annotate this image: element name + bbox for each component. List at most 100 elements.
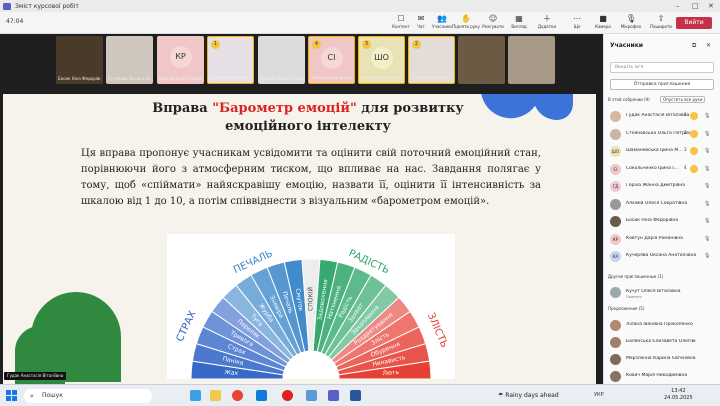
window-title: Зміст курсової робіт	[15, 2, 79, 10]
panel-close-icon[interactable]: ✕	[706, 42, 711, 49]
edge-icon[interactable]	[256, 390, 267, 401]
leave-button[interactable]: Вийти	[676, 17, 712, 29]
participant-row[interactable]: КР Ковтун Дарія Романівна 🎙	[610, 233, 718, 247]
meeting-toolbar: 47:04 ☐ Контент ✉ Чат 👥 Учасники ✋ Підняти руку…	[0, 12, 720, 34]
section-others[interactable]: Другие приглашенные (1)	[608, 274, 663, 279]
participant-row[interactable]: Босик Ніна Федорівна 🎙	[610, 215, 718, 229]
participant-row[interactable]: Стояновська Ольга Петрівна 2 🎙	[610, 128, 718, 142]
avatar: ШО	[370, 47, 393, 69]
toolbar-button-Мікрофон[interactable]: 🎙 Мікрофон	[618, 14, 644, 32]
teams-taskbar-icon[interactable]	[328, 390, 339, 401]
microphone-muted-icon[interactable]: 🎙	[704, 113, 710, 119]
microphone-muted-icon[interactable]: 🎙	[704, 201, 710, 207]
hand-order: 3	[684, 147, 687, 152]
section-in-meeting[interactable]: В этой собрании (9) Опустить все руки	[608, 96, 706, 103]
wheel-sector-label: СПОКІЙ	[308, 287, 315, 311]
close-icon[interactable]: ✕	[708, 0, 714, 12]
participant-row[interactable]: ШО Шаманевська Ірина М... 3 🎙	[610, 145, 718, 159]
video-tile[interactable]	[508, 36, 555, 84]
microphone-muted-icon[interactable]: 🎙	[704, 183, 710, 189]
participant-row[interactable]: Лілана Іванівна Прокопенко	[610, 319, 718, 333]
tray-language[interactable]: УКР	[594, 392, 604, 398]
raise-hand-icon: 3	[362, 40, 371, 49]
participant-name: Лілана Іванівна Прокопенко	[626, 322, 693, 327]
video-tile[interactable]: 2 Стояновська Ольга Петрівна	[408, 36, 455, 84]
microphone-muted-icon[interactable]: 🎙	[704, 166, 710, 172]
participant-search-input[interactable]: Введіть ім'я	[610, 62, 714, 73]
toolbar-button-Вигляд[interactable]: ▦ Вигляд	[506, 14, 532, 32]
raise-hand-icon	[690, 112, 698, 120]
store-icon[interactable]	[306, 390, 317, 401]
toolbar-button-Камера[interactable]: ■ Камера	[590, 14, 616, 32]
tile-name: Кучерява Оксана Анатоліївна	[108, 76, 151, 81]
microphone-muted-icon[interactable]: 🎙	[704, 131, 710, 137]
avatar: СІ	[320, 47, 343, 69]
video-tile[interactable]: Босик Ніна Федорівна	[56, 36, 103, 84]
slide-body: Ця вправа пропонує учасникам усвідомити …	[81, 148, 541, 207]
participant-name: Горіха Жанна Дмитрівна	[626, 183, 686, 188]
decor-blob	[533, 94, 573, 120]
folder-icon[interactable]	[210, 390, 221, 401]
video-tile[interactable]: Алхімій Олеся Сократівна	[258, 36, 305, 84]
toolbar-button-Ще[interactable]: ⋯ Ще	[564, 14, 590, 32]
taskbar-clock[interactable]: 13:42 24.05.2025	[664, 388, 693, 402]
participant-name: Кучерява Оксана Анатоліївна	[626, 253, 696, 258]
video-tile[interactable]: 1 Гудак Анастасія Віталіївна	[207, 36, 254, 84]
word-icon[interactable]	[350, 390, 361, 401]
windows-start-icon[interactable]	[6, 390, 17, 401]
microphone-muted-icon[interactable]: 🎙	[704, 148, 710, 154]
maximize-icon[interactable]: □	[692, 0, 699, 12]
tile-name: Шаманевська Ірина Миколаївна	[361, 75, 402, 80]
participant-row[interactable]: Ковач Марія Никодимівна	[610, 370, 718, 384]
raise-hand-icon	[690, 164, 698, 173]
send-invite-button[interactable]: Отправка приглашения	[610, 79, 714, 90]
toolbar-button-Підняти руку[interactable]: ✋ Підняти руку	[452, 14, 480, 32]
toolbar-button-label: Поширити	[650, 24, 672, 29]
toolbar-button-Додатки[interactable]: ＋ Додатки	[534, 14, 560, 32]
video-tile[interactable]: СІ4 Сокольченко Ірина Ігорівна	[308, 36, 355, 84]
microphone-icon: 🎙	[625, 14, 637, 23]
chrome-icon[interactable]	[232, 390, 243, 401]
participant-row[interactable]: ГД Горіха Жанна Дмитрівна 🎙	[610, 180, 718, 194]
video-tile[interactable]: КР Ковтун Дарія Романівна	[157, 36, 204, 84]
file-explorer-icon[interactable]	[190, 390, 201, 401]
participant-row[interactable]: Кучут Олеся Віталіївна Принято	[610, 286, 718, 300]
invite-button-label: Отправка приглашения	[633, 82, 691, 87]
meeting-timer: 47:04	[6, 18, 24, 25]
participant-row[interactable]: Алхімій Олеся Сократівна 🎙	[610, 198, 718, 212]
microphone-muted-icon[interactable]: 🎙	[704, 253, 710, 259]
video-tile[interactable]: Кучерява Оксана Анатоліївна	[106, 36, 153, 84]
shared-slide: Вправа "Барометр емоцій" для розвитку ем…	[3, 94, 596, 384]
toolbar-button-Реагувати[interactable]: ☺ Реагувати	[480, 14, 506, 32]
video-tile[interactable]: ШО3 Шаманевська Ірина Миколаївна	[358, 36, 405, 84]
lower-all-hands-button[interactable]: Опустить все руки	[660, 96, 706, 103]
slide-title: Вправа "Барометр емоцій" для розвитку ем…	[133, 100, 483, 136]
tile-name	[510, 76, 553, 82]
toolbar-button-Учасники[interactable]: 👥 Учасники	[429, 14, 455, 32]
microphone-muted-icon[interactable]: 🎙	[704, 218, 710, 224]
weather-widget[interactable]: ☂ Rainy days ahead	[498, 392, 559, 399]
minimize-icon[interactable]: –	[676, 0, 680, 12]
avatar: СІ	[610, 163, 621, 175]
avatar	[610, 111, 621, 122]
weather-text: Rainy days ahead	[505, 392, 559, 399]
microphone-muted-icon[interactable]: 🎙	[704, 236, 710, 242]
raise-hand-icon: 4	[312, 40, 321, 49]
participant-row[interactable]: КА Кучерява Оксана Анатоліївна 🎙	[610, 250, 718, 264]
opera-icon[interactable]	[282, 390, 293, 401]
avatar	[610, 320, 621, 331]
taskbar-search-box[interactable]: ⌕ Пошук	[24, 389, 152, 403]
participant-name: Балянська Єлизавета Олегівна	[626, 339, 696, 344]
raise-hand-icon: 1	[211, 40, 220, 49]
participant-row[interactable]: СІ Сокольченко Ірина І... 4 🎙	[610, 163, 718, 177]
participant-row[interactable]: Балянська Єлизавета Олегівна	[610, 336, 718, 350]
toolbar-button-Поширити[interactable]: ⇧ Поширити	[648, 14, 674, 32]
participant-row[interactable]: Мерзлікіна Карина Євгенівна	[610, 353, 718, 367]
popout-icon[interactable]: ⧉	[692, 42, 696, 50]
windows-taskbar: ⌕ Пошук ☂ Rainy days ahead УКР 13:42 24.05…	[0, 384, 720, 406]
raise-hand-icon	[690, 147, 698, 155]
participant-name: Ковач Марія Никодимівна	[626, 373, 688, 378]
video-tile[interactable]	[458, 36, 505, 84]
section-suggested[interactable]: Предложения (5)	[608, 306, 644, 311]
participant-row[interactable]: Гудак Анастасія Віталіївна 1 🎙	[610, 110, 718, 124]
